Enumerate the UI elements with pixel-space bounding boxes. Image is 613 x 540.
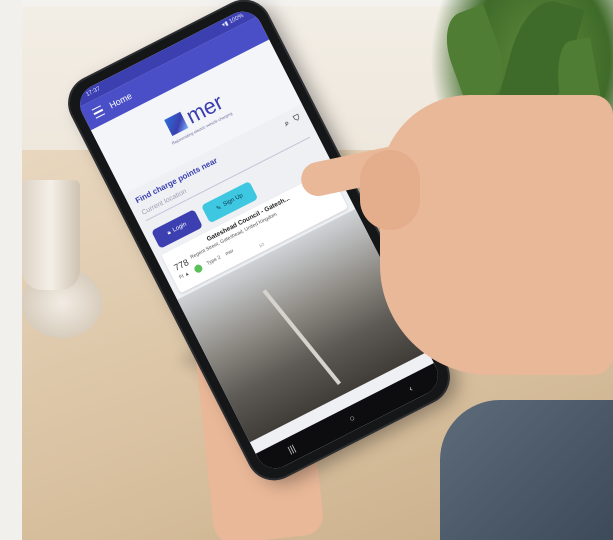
login-label: Login: [171, 221, 188, 234]
filter-icon[interactable]: ⛉: [292, 113, 302, 125]
logo-text: mer: [181, 88, 227, 129]
home-icon[interactable]: ○: [347, 412, 356, 423]
app-bar-title: Home: [107, 90, 134, 111]
search-icon[interactable]: ⌕: [283, 118, 292, 129]
recent-apps-icon[interactable]: |||: [286, 443, 297, 455]
back-icon[interactable]: ‹: [407, 383, 414, 393]
road-line: [262, 289, 342, 386]
coffee-cup: [22, 180, 80, 290]
pencil-icon: ✎: [215, 204, 223, 213]
signup-label: Sign Up: [222, 192, 245, 208]
pointing-hand: [380, 95, 613, 375]
frame-left: [0, 0, 22, 540]
menu-icon[interactable]: [91, 105, 106, 119]
photo-scene: 17:37 ▾▮ 100% Home mer Rejuvenating elec…: [0, 0, 613, 540]
logo-mark-icon: [163, 111, 189, 136]
lock-icon: 🔒︎: [166, 229, 172, 236]
jeans: [440, 400, 613, 540]
thumb: [360, 150, 420, 230]
